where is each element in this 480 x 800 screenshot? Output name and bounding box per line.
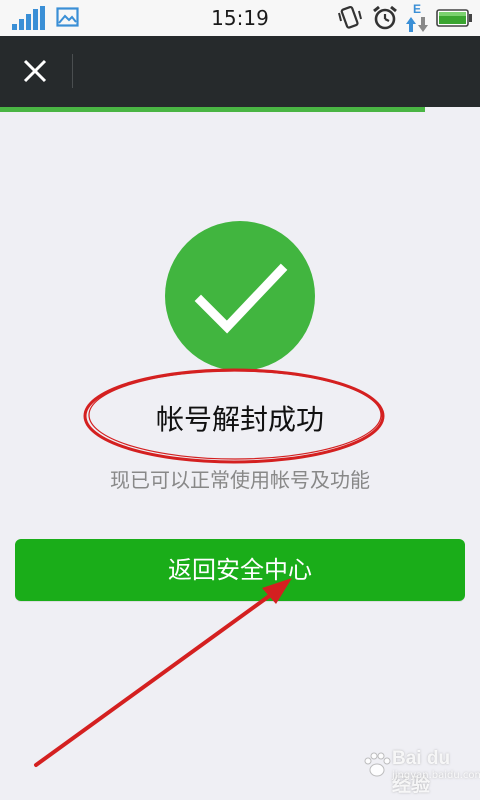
screen: 15:19 E 帐号解封成功 现已可以正常使用帐号及功能 返回安全中心 Bai … [0, 0, 480, 800]
status-bar: 15:19 E [0, 0, 480, 36]
title-divider [72, 54, 73, 88]
alarm-icon [373, 5, 397, 30]
network-type-label: E [413, 2, 421, 16]
watermark-logo: Bai du 经验 jingyan.baidu.com [362, 746, 480, 796]
return-security-center-button[interactable]: 返回安全中心 [15, 539, 465, 601]
close-button[interactable] [0, 36, 72, 107]
annotation-arrow [34, 578, 292, 767]
result-title: 帐号解封成功 [155, 403, 324, 436]
vibrate-icon [338, 5, 362, 29]
paw-icon [364, 752, 391, 777]
battery-icon [436, 9, 472, 27]
watermark-url: jingyan.baidu.com [392, 770, 480, 781]
check-icon [165, 221, 315, 371]
load-progress-bar [0, 107, 480, 112]
load-progress-fill [0, 107, 425, 112]
title-bar [0, 36, 480, 107]
close-icon [23, 59, 47, 83]
data-transfer-icon: E [406, 2, 428, 32]
result-subtitle: 现已可以正常使用帐号及功能 [110, 468, 370, 492]
